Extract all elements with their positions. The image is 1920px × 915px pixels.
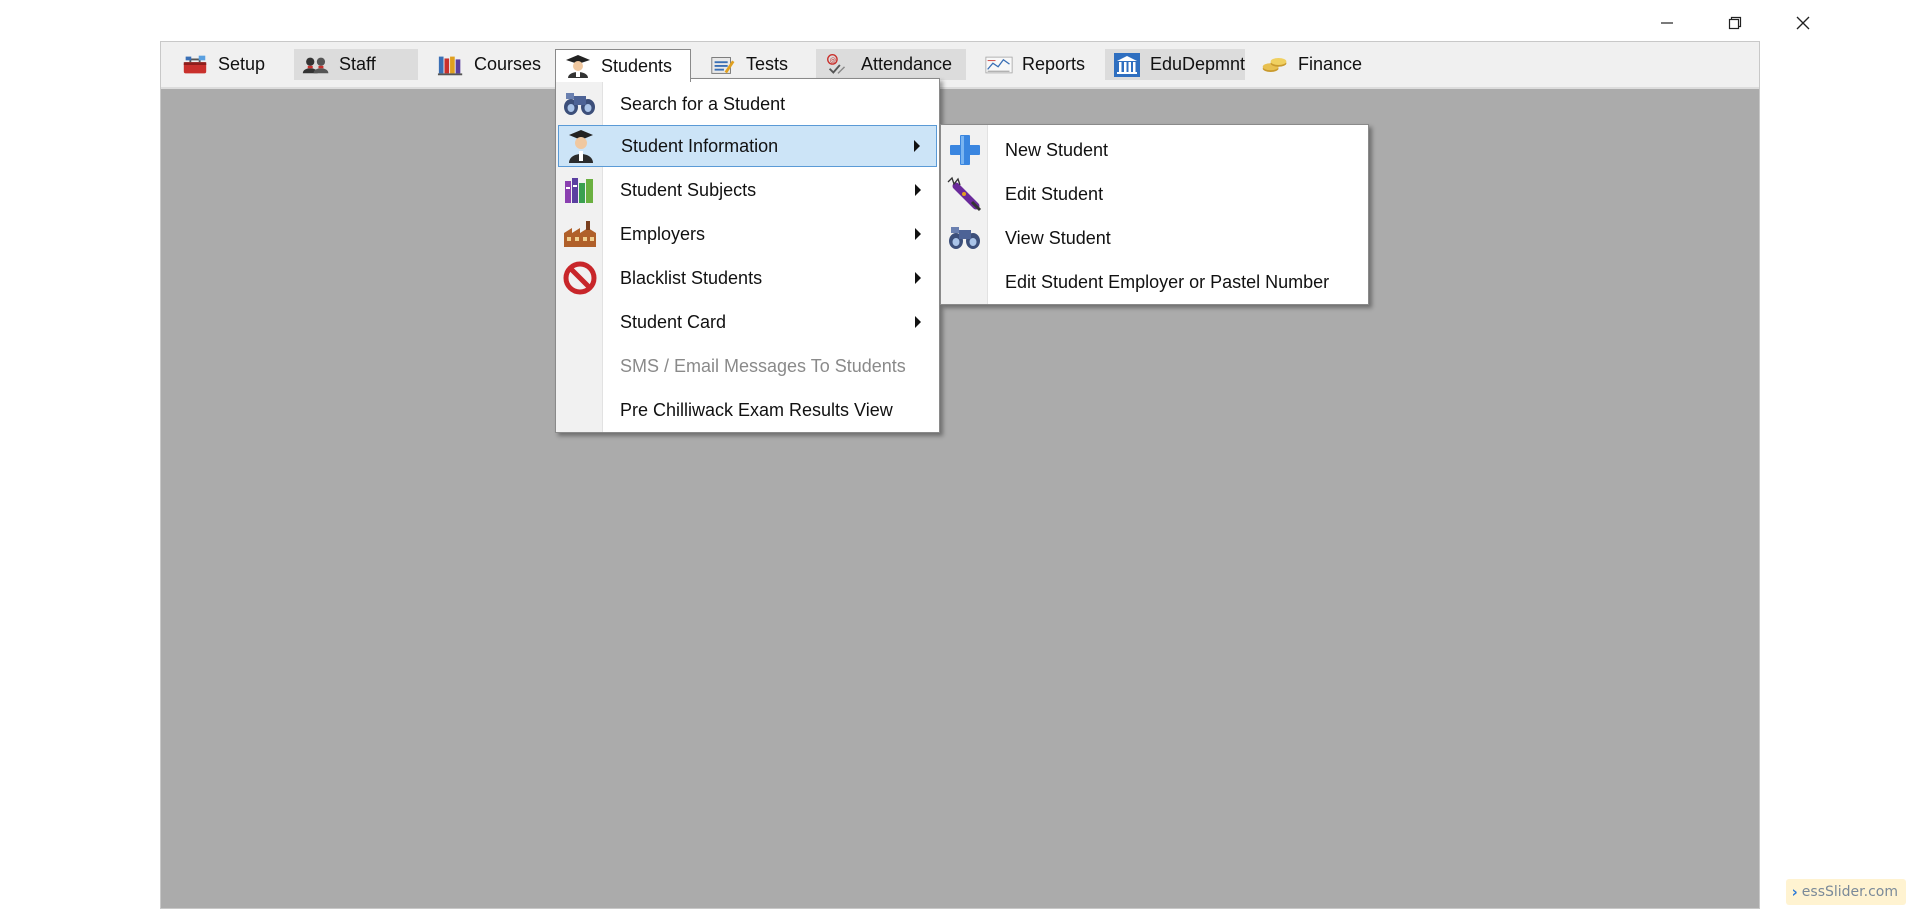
menu-reports[interactable]: Reports [977, 49, 1093, 80]
pen-edit-icon [945, 174, 985, 214]
menu-setup[interactable]: Setup [173, 49, 273, 80]
menu-item-label: Pre Chilliwack Exam Results View [620, 399, 893, 420]
menu-label: Setup [218, 54, 266, 74]
menu-item-label: New Student [1005, 139, 1109, 160]
menu-item-view-student[interactable]: View Student [943, 217, 1366, 259]
menu-item-label: Student Subjects [620, 179, 757, 200]
menu-item-student-card[interactable]: Student Card [558, 301, 937, 343]
building-icon [1113, 52, 1141, 77]
menu-item-edit-student[interactable]: Edit Student [943, 173, 1366, 215]
menu-tests[interactable]: Tests [701, 49, 796, 80]
minimize-button[interactable] [1633, 0, 1701, 46]
menu-item-label: Edit Student Employer or Pastel Number [1005, 271, 1330, 292]
restore-button[interactable] [1701, 0, 1769, 46]
restore-icon [1728, 16, 1742, 30]
menu-label: Courses [474, 54, 542, 74]
menu-item-label: Search for a Student [620, 93, 786, 114]
menu-students[interactable]: Students [555, 49, 691, 82]
binoculars-icon [560, 84, 600, 124]
menubar: Setup Staff Courses Students Tests @ Att… [161, 42, 1759, 89]
menu-item-label: View Student [1005, 227, 1111, 248]
prohibited-icon [560, 258, 600, 298]
menu-item-label: SMS / Email Messages To Students [620, 355, 906, 376]
menu-label: Tests [746, 54, 789, 74]
student-icon [561, 126, 601, 166]
watermark-chevron-icon: › [1791, 883, 1798, 901]
svg-text:@: @ [830, 56, 837, 64]
books-icon [560, 170, 600, 210]
menu-label: Attendance [861, 54, 953, 74]
books-icon [437, 53, 465, 77]
menu-item-label: Employers [620, 223, 706, 244]
menu-courses[interactable]: Courses [429, 49, 549, 80]
watermark-text: essSlider.com [1801, 884, 1898, 900]
watermark: › essSlider.com [1785, 879, 1906, 905]
menu-item-label: Student Card [620, 311, 727, 332]
menu-label: Reports [1022, 54, 1086, 74]
student-icon [564, 54, 592, 78]
submenu-arrow-icon [915, 272, 921, 284]
close-icon [1796, 16, 1810, 30]
binoculars-icon [945, 218, 985, 258]
checklist-icon [709, 53, 737, 77]
window-controls [1633, 0, 1837, 46]
students-dropdown: Search for a Student Student Information… [555, 78, 940, 433]
student-information-submenu: New Student Edit Student View Student Ed… [940, 124, 1369, 305]
factory-icon [560, 214, 600, 254]
menu-item-student-information[interactable]: Student Information [558, 125, 937, 167]
attendance-icon: @ [824, 53, 852, 77]
menu-label: Staff [339, 54, 376, 74]
menu-edudepmnt[interactable]: EduDepmnt [1105, 49, 1245, 80]
menu-item-student-subjects[interactable]: Student Subjects [558, 169, 937, 211]
menu-item-edit-student-employer[interactable]: Edit Student Employer or Pastel Number [943, 261, 1366, 303]
toolbox-icon [181, 53, 209, 77]
close-button[interactable] [1769, 0, 1837, 46]
menu-item-pre-chilliwack-exam-results[interactable]: Pre Chilliwack Exam Results View [558, 389, 937, 431]
menu-item-label: Blacklist Students [620, 267, 763, 288]
menu-item-label: Student Information [621, 135, 779, 156]
submenu-arrow-icon [914, 140, 920, 152]
menu-item-search-student[interactable]: Search for a Student [558, 83, 937, 125]
menu-label: EduDepmnt [1150, 54, 1246, 74]
submenu-arrow-icon [915, 316, 921, 328]
menu-label: Finance [1298, 54, 1363, 74]
submenu-arrow-icon [915, 228, 921, 240]
menu-item-blacklist-students[interactable]: Blacklist Students [558, 257, 937, 299]
menu-attendance[interactable]: @ Attendance [816, 49, 966, 80]
coins-icon [1261, 53, 1289, 77]
report-chart-icon [985, 53, 1013, 77]
menu-item-new-student[interactable]: New Student [943, 129, 1366, 171]
people-icon [302, 53, 330, 77]
plus-icon [945, 130, 985, 170]
minimize-icon [1661, 22, 1673, 24]
menu-item-sms-email-messages: SMS / Email Messages To Students [558, 345, 937, 387]
menu-label: Students [601, 55, 673, 76]
submenu-arrow-icon [915, 184, 921, 196]
menu-finance[interactable]: Finance [1253, 49, 1370, 80]
menu-item-label: Edit Student [1005, 183, 1104, 204]
menu-item-employers[interactable]: Employers [558, 213, 937, 255]
menu-staff[interactable]: Staff [294, 49, 418, 80]
